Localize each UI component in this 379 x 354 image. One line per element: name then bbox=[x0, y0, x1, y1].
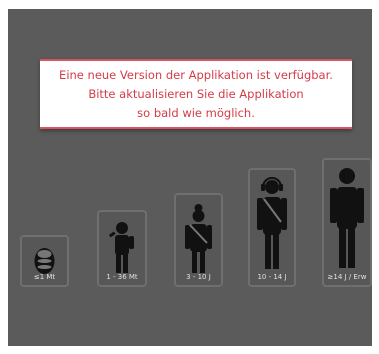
notice-line-3: so bald wie möglich. bbox=[137, 106, 255, 120]
adult-icon bbox=[330, 168, 364, 268]
age-group-label: 1 - 36 Mt bbox=[106, 273, 138, 281]
update-notice-dialog[interactable]: Eine neue Version der Applikation ist ve… bbox=[40, 59, 352, 129]
age-group-label: 10 - 14 J bbox=[257, 273, 287, 281]
age-group-card-adult[interactable]: ≥14 J / Erw bbox=[322, 158, 372, 287]
app-screen: Eine neue Version der Applikation ist ve… bbox=[8, 9, 372, 346]
notice-line-1: Eine neue Version der Applikation ist ve… bbox=[59, 68, 333, 82]
age-group-card-toddler[interactable]: 1 - 36 Mt bbox=[97, 210, 147, 287]
teen-icon bbox=[257, 177, 287, 269]
age-group-label: ≤1 Mt bbox=[33, 273, 56, 281]
age-group-card-teen[interactable]: 10 - 14 J bbox=[248, 168, 296, 287]
child-icon bbox=[185, 204, 212, 273]
age-group-label: ≥14 J / Erw bbox=[327, 273, 367, 281]
notice-line-2: Bitte aktualisieren Sie die Applikation bbox=[88, 87, 304, 101]
age-group-card-child[interactable]: 3 - 10 J bbox=[174, 193, 223, 287]
age-group-label: 3 - 10 J bbox=[186, 273, 211, 281]
age-group-card-baby[interactable]: ≤1 Mt bbox=[20, 235, 69, 287]
